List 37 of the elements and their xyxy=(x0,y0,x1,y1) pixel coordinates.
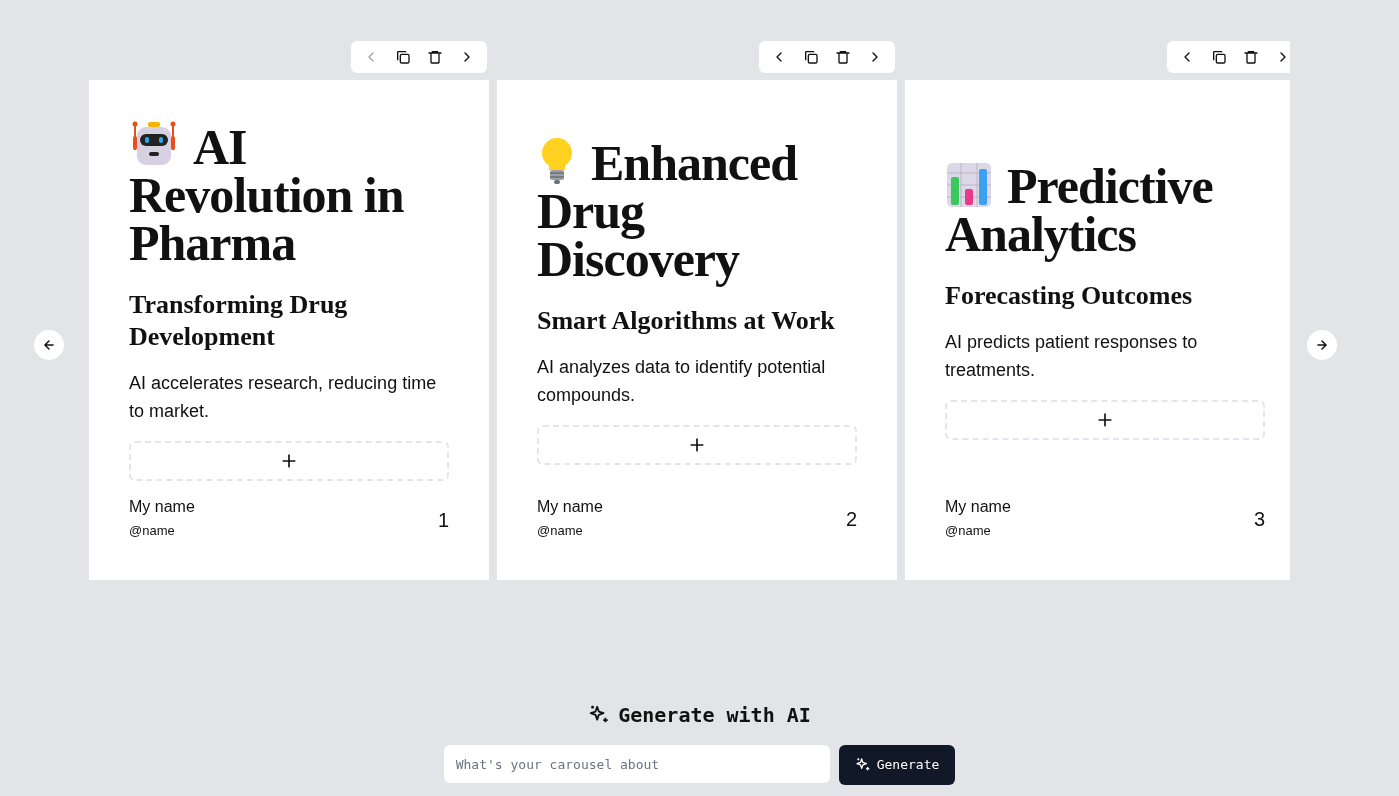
generate-button[interactable]: Generate xyxy=(838,745,956,785)
page-number: 1 xyxy=(437,507,449,533)
previous-slide-button[interactable] xyxy=(34,330,64,360)
generate-heading: Generate with AI xyxy=(618,702,811,729)
author-handle: @name xyxy=(129,522,176,540)
slide-body-text: AI accelerates research, reducing time to market. xyxy=(129,372,438,423)
delete-button[interactable] xyxy=(835,49,851,65)
sparkles-icon xyxy=(854,757,871,773)
slide-body-text: AI analyzes data to identify potential compounds. xyxy=(537,355,827,407)
author-handle: @name xyxy=(537,521,584,540)
author-handle: @name xyxy=(945,521,992,540)
trash-icon xyxy=(835,49,851,65)
author-name: My name xyxy=(945,496,1011,517)
page-number: 3 xyxy=(1253,507,1265,532)
delete-button[interactable] xyxy=(427,49,443,65)
page-number: 2 xyxy=(845,507,857,532)
topic-input-field[interactable]: What's your carousel about xyxy=(443,745,830,783)
author-name: My name xyxy=(129,497,195,517)
next-slide-button[interactable] xyxy=(1307,330,1337,360)
duplicate-button[interactable] xyxy=(1211,49,1227,65)
author-name: My name xyxy=(537,496,603,517)
left-arrow-icon xyxy=(42,338,56,352)
copy-icon xyxy=(803,49,819,65)
slide-title: AI Revolution in Pharma xyxy=(129,120,405,267)
trash-icon xyxy=(1243,49,1259,65)
copy-icon xyxy=(395,49,411,65)
slide-subtitle: Forecasting Outcomes xyxy=(945,279,1194,312)
bar-chart-icon xyxy=(945,160,993,209)
trash-icon xyxy=(427,49,443,65)
slide-body-text: AI predicts patient responses to treatments. xyxy=(945,330,1199,382)
right-arrow-icon xyxy=(1315,338,1329,352)
duplicate-button[interactable] xyxy=(803,49,819,65)
copy-icon xyxy=(1211,49,1227,65)
slide-subtitle: Smart Algorithms at Work xyxy=(537,304,836,337)
delete-button[interactable] xyxy=(1243,49,1259,65)
slide-subtitle: Transforming Drug Development xyxy=(129,289,349,353)
duplicate-button[interactable] xyxy=(395,49,411,65)
